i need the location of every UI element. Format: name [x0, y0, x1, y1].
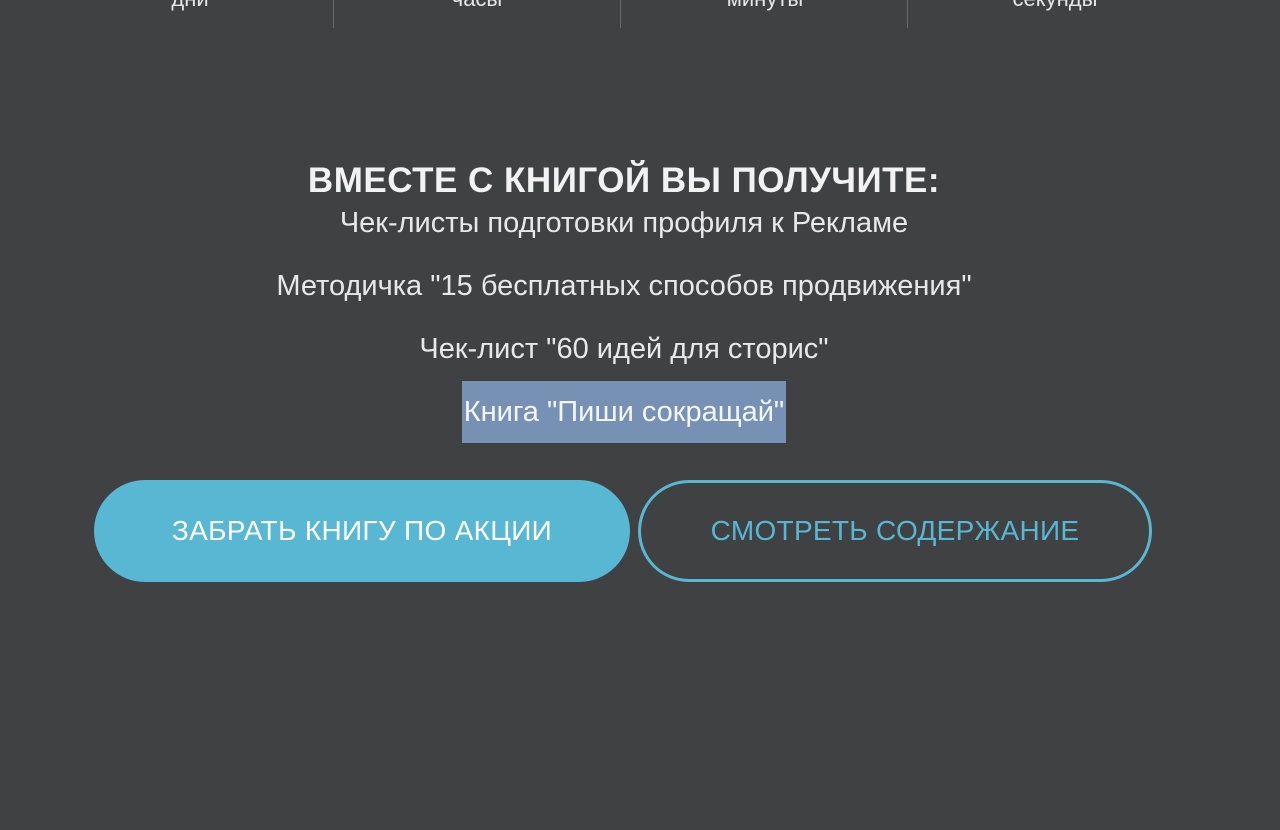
bonus-list-item: Книга "Пиши сокращай"	[0, 381, 1248, 444]
bonus-item-text: Методичка "15 бесплатных способов продви…	[276, 270, 972, 302]
countdown-divider	[907, 0, 908, 28]
countdown-minutes-label: минуты	[665, 0, 865, 11]
bonus-list-item: Чек-листы подготовки профиля к Рекламе	[0, 192, 1248, 255]
bonus-list-item: Методичка "15 бесплатных способов продви…	[0, 255, 1248, 318]
get-book-button[interactable]: ЗАБРАТЬ КНИГУ ПО АКЦИИ	[94, 480, 630, 582]
countdown-divider	[333, 0, 334, 28]
countdown-hours-label: часы	[377, 0, 577, 11]
countdown-seconds-label: секунды	[955, 0, 1155, 11]
bonus-item-text-selected: Книга "Пиши сокращай"	[461, 381, 787, 443]
bonus-item-text: Чек-лист "60 идей для сторис"	[419, 333, 829, 365]
view-contents-button[interactable]: СМОТРЕТЬ СОДЕРЖАНИЕ	[638, 480, 1152, 582]
bonus-list: Чек-листы подготовки профиля к Рекламе М…	[0, 192, 1248, 444]
countdown-divider	[620, 0, 621, 28]
countdown-labels: дни часы минуты секунды	[0, 0, 1280, 30]
countdown-days-label: дни	[90, 0, 290, 11]
bonus-item-text: Чек-листы подготовки профиля к Рекламе	[339, 207, 909, 239]
bonus-list-item: Чек-лист "60 идей для сторис"	[0, 318, 1248, 381]
